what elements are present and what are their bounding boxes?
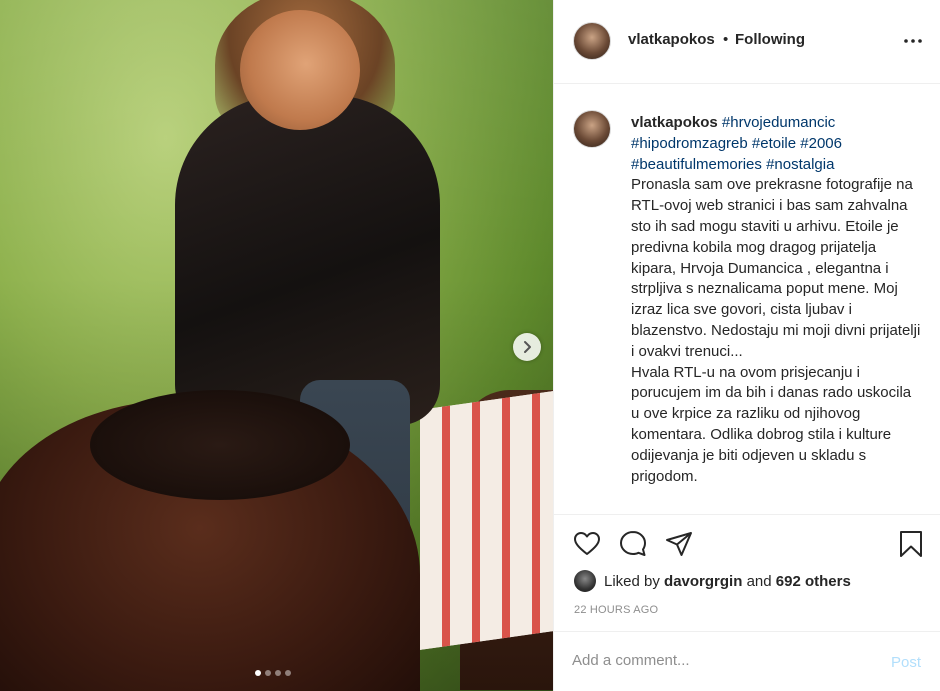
caption-body: Pronasla sam ove prekrasne fotografije n… bbox=[631, 176, 921, 360]
more-horizontal-icon bbox=[904, 39, 922, 43]
post-photo[interactable] bbox=[0, 0, 553, 691]
more-options-button[interactable] bbox=[901, 28, 925, 52]
liker-username[interactable]: davorgrgin bbox=[664, 573, 742, 590]
post-timestamp[interactable]: 22 HOURS AGO bbox=[574, 604, 658, 616]
chevron-right-icon bbox=[524, 341, 531, 353]
carousel-dot bbox=[275, 670, 281, 676]
likes-prefix: Liked by bbox=[604, 572, 660, 590]
likes-connector: and bbox=[746, 572, 772, 590]
bookmark-icon bbox=[900, 531, 922, 557]
send-icon bbox=[666, 532, 692, 556]
save-button[interactable] bbox=[896, 529, 926, 559]
following-button[interactable]: Following bbox=[735, 31, 805, 48]
horse-mane bbox=[90, 390, 350, 500]
likes-summary: Liked by davorgrgin and 692 others bbox=[574, 569, 851, 593]
caption-text: vlatkapokos #hrvojedumancic #hipodromzag… bbox=[631, 113, 921, 487]
share-button[interactable] bbox=[664, 529, 694, 559]
carousel-dot bbox=[265, 670, 271, 676]
caption-avatar[interactable] bbox=[573, 110, 611, 148]
like-button[interactable] bbox=[572, 529, 602, 559]
carousel-next-button[interactable] bbox=[513, 333, 541, 361]
post-comment-button[interactable]: Post bbox=[891, 654, 921, 671]
rider-face bbox=[240, 10, 360, 130]
post-details-panel: vlatkapokos • Following vlatkapokos #hrv… bbox=[553, 0, 940, 691]
saddle-pad bbox=[420, 390, 553, 650]
carousel-dot bbox=[285, 670, 291, 676]
rider-jacket bbox=[175, 95, 440, 425]
caption-username[interactable]: vlatkapokos bbox=[631, 114, 718, 131]
header-separator: • bbox=[723, 31, 729, 48]
caption-hashtags[interactable]: #hipodromzagreb #etoile #2006 bbox=[631, 135, 842, 152]
caption-section: vlatkapokos #hrvojedumancic #hipodromzag… bbox=[554, 84, 940, 514]
liker-avatar[interactable] bbox=[574, 570, 596, 592]
comment-input[interactable] bbox=[572, 652, 862, 669]
carousel-indicator bbox=[255, 670, 291, 676]
comment-button[interactable] bbox=[618, 529, 648, 559]
caption-body: Hvala RTL-u na ovom prisjecanju i porucu… bbox=[631, 363, 912, 485]
caption-hashtags[interactable]: #hrvojedumancic bbox=[722, 114, 835, 131]
carousel-dot bbox=[255, 670, 261, 676]
heart-icon bbox=[574, 532, 600, 555]
author-username[interactable]: vlatkapokos bbox=[628, 31, 715, 48]
post-header: vlatkapokos • Following bbox=[554, 0, 940, 84]
comment-bar: Post bbox=[554, 631, 940, 691]
action-bar bbox=[554, 514, 940, 564]
caption-hashtags[interactable]: #beautifulmemories #nostalgia bbox=[631, 156, 834, 173]
author-avatar[interactable] bbox=[573, 22, 611, 60]
likes-count[interactable]: 692 others bbox=[776, 573, 851, 590]
comment-icon bbox=[620, 531, 646, 556]
